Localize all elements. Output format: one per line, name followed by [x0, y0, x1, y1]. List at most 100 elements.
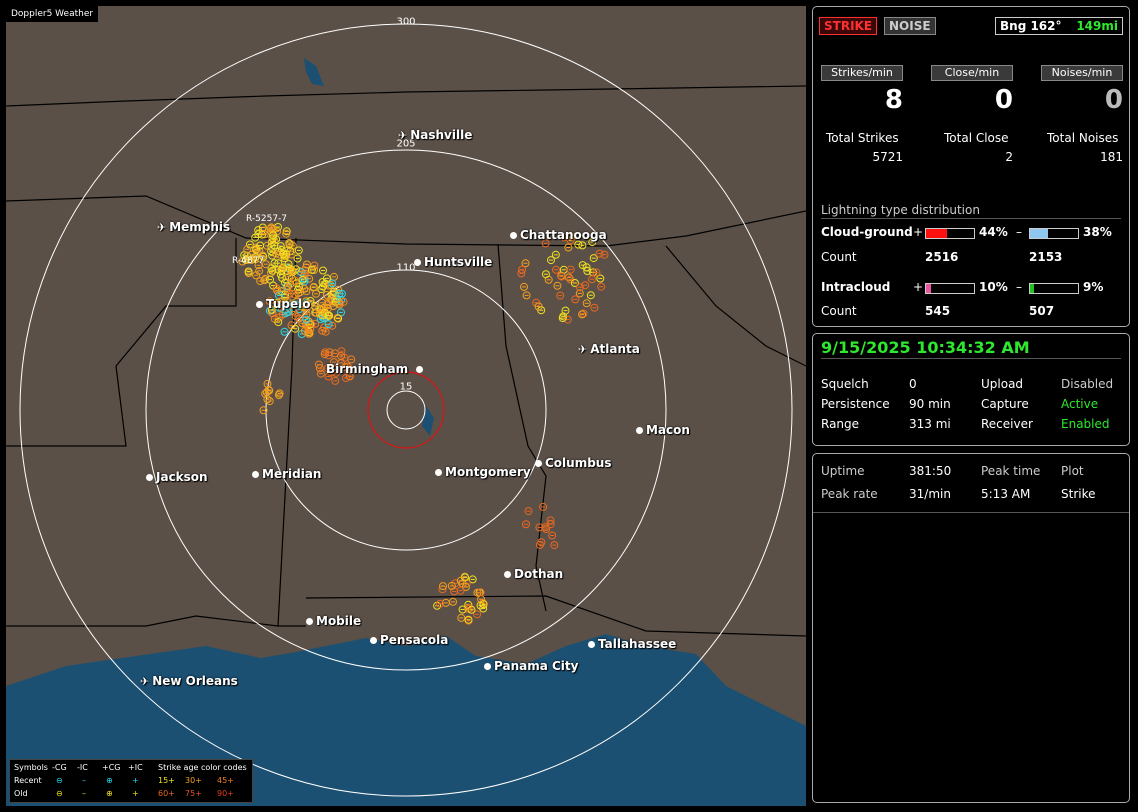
- cg-positive-pct: 44%: [979, 225, 1008, 239]
- peak-rate-label: Peak rate: [821, 487, 878, 501]
- city-panama-city: Panama City: [484, 659, 578, 673]
- capture-label: Capture: [981, 397, 1029, 411]
- age-45: 45+: [217, 776, 234, 785]
- city-new-orleans: ✈ New Orleans: [140, 674, 238, 688]
- city-dot-icon: [588, 641, 595, 648]
- total-noises-value: 181: [1100, 150, 1123, 164]
- neg-cg-old-icon: ⊖: [56, 789, 63, 798]
- ring-label-15: 15: [399, 381, 413, 393]
- squelch-value: 0: [909, 377, 917, 391]
- storm-label: R-5257-7: [246, 214, 288, 224]
- map-canvas: [6, 23, 806, 806]
- cg-positive-bar: [925, 228, 975, 239]
- uptime-value: 381:50: [909, 464, 952, 478]
- lake: [422, 406, 434, 436]
- city-dot-icon: [306, 618, 313, 625]
- total-strikes-label: Total Strikes: [826, 131, 899, 145]
- city-mobile: Mobile: [306, 614, 361, 628]
- total-strikes-value: 5721: [872, 150, 903, 164]
- uptime-label: Uptime: [821, 464, 865, 478]
- airport-icon: ✈: [157, 221, 167, 234]
- city-montgomery: Montgomery: [435, 465, 531, 479]
- cg-positive-count: 2516: [925, 250, 959, 264]
- datetime: 9/15/2025 10:34:32 AM: [821, 338, 1030, 357]
- cg-negative-count: 2153: [1029, 250, 1063, 264]
- ring-label-300: 300: [396, 16, 416, 28]
- city-dot-icon: [416, 366, 424, 373]
- city-dot-icon: [256, 301, 263, 308]
- city-tallahassee: Tallahassee: [588, 637, 676, 651]
- persistence-label: Persistence: [821, 397, 890, 411]
- legend-symbols-label: Symbols: [14, 763, 48, 772]
- legend-old-label: Old: [14, 789, 28, 798]
- bearing-value: Bng 162°: [1000, 19, 1062, 33]
- bearing-readout: Bng 162° 149mi: [995, 17, 1123, 35]
- close-per-min-value: 0: [994, 85, 1013, 115]
- minus-sign: –: [1016, 225, 1022, 239]
- age-75: 75+: [185, 789, 202, 798]
- neg-ic-old-icon: –: [82, 789, 86, 798]
- ic-negative-bar: [1029, 283, 1079, 294]
- city-dot-icon: [252, 471, 259, 478]
- noise-button[interactable]: NOISE: [884, 17, 936, 35]
- ring-label-110: 110: [396, 262, 416, 274]
- state-borders: [6, 85, 806, 637]
- city-pensacola: Pensacola: [370, 633, 448, 647]
- neg-ic-recent-icon: –: [82, 776, 86, 785]
- legend-col-pos-cg: +CG: [102, 763, 121, 772]
- plot-value[interactable]: Strike: [1061, 487, 1096, 501]
- city-meridian: Meridian: [252, 467, 321, 481]
- upload-value: Disabled: [1061, 377, 1114, 391]
- ic-negative-pct: 9%: [1083, 280, 1104, 294]
- ic-negative-fill: [1030, 284, 1035, 293]
- intracloud-label: Intracloud: [821, 280, 891, 294]
- lake: [304, 58, 324, 86]
- capture-value: Active: [1061, 397, 1099, 411]
- minus-sign: –: [1016, 280, 1022, 294]
- pos-ic-old-icon: +: [132, 789, 139, 798]
- city-columbus: Columbus: [535, 456, 612, 470]
- plot-label: Plot: [1061, 464, 1084, 478]
- map-title: Doppler5 Weather: [6, 6, 99, 22]
- lightning-map[interactable]: Doppler5 Weather 300 205 110 15 ✈ Nashvil…: [6, 6, 806, 806]
- city-chattanooga: Chattanooga: [510, 228, 607, 242]
- legend-col-neg-ic: -IC: [77, 763, 88, 772]
- city-dot-icon: [146, 474, 153, 481]
- city-dot-icon: [484, 663, 491, 670]
- close-per-min-label: Close/min: [931, 65, 1013, 81]
- strikes-per-min-label: Strikes/min: [821, 65, 903, 81]
- city-dot-icon: [370, 637, 377, 644]
- cg-negative-fill: [1030, 229, 1049, 238]
- symbol-legend: Symbols -CG -IC +CG +IC Strike age color…: [9, 759, 253, 803]
- total-noises-label: Total Noises: [1047, 131, 1119, 145]
- total-close-value: 2: [1005, 150, 1013, 164]
- city-atlanta: ✈ Atlanta: [578, 342, 640, 356]
- city-dot-icon: [414, 259, 421, 266]
- city-jackson: Jackson: [146, 470, 208, 484]
- range-value: 313 mi: [909, 417, 951, 431]
- strike-button[interactable]: STRIKE: [819, 17, 878, 35]
- city-dot-icon: [435, 469, 442, 476]
- city-tupelo: Tupelo: [256, 297, 311, 311]
- ic-positive-count: 545: [925, 304, 951, 318]
- pos-ic-recent-icon: +: [132, 776, 139, 785]
- age-30: 30+: [185, 776, 202, 785]
- noises-per-min-label: Noises/min: [1041, 65, 1123, 81]
- city-huntsville: Huntsville: [414, 255, 492, 269]
- city-dothan: Dothan: [504, 567, 563, 581]
- range-label: Range: [821, 417, 860, 431]
- divider: [821, 218, 1121, 219]
- cg-count-label: Count: [821, 250, 857, 264]
- plus-sign: +: [913, 225, 924, 239]
- plus-sign: +: [913, 280, 924, 294]
- city-nashville: ✈ Nashville: [398, 128, 473, 142]
- ic-positive-pct: 10%: [979, 280, 1008, 294]
- age-90: 90+: [217, 789, 234, 798]
- distance-value: 149mi: [1076, 19, 1118, 33]
- city-birmingham: Birmingham: [326, 362, 426, 376]
- legend-recent-label: Recent: [14, 776, 42, 785]
- uptime-panel: Uptime 381:50 Peak time Plot Peak rate 3…: [812, 453, 1130, 803]
- divider: [821, 358, 1121, 359]
- cg-negative-bar: [1029, 228, 1079, 239]
- strike-stats-panel: STRIKE NOISE Bng 162° 149mi Strikes/min …: [812, 6, 1130, 327]
